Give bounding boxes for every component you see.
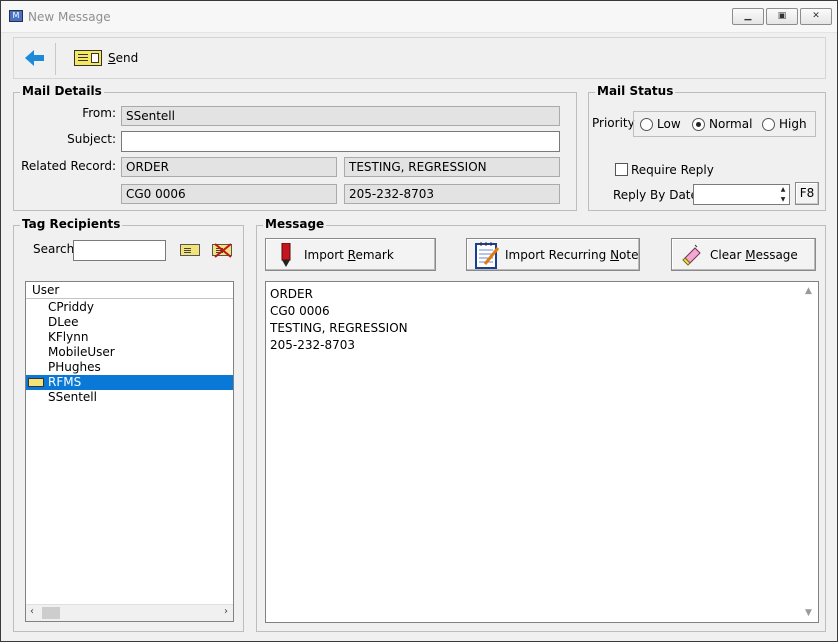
spin-up-icon[interactable]: ▲ (777, 185, 789, 195)
list-item-selected[interactable]: RFMS (26, 375, 233, 390)
scroll-right-icon[interactable]: › (224, 606, 228, 617)
list-horizontal-scrollbar[interactable]: ‹ › (26, 604, 233, 621)
record-type-field: ORDER (121, 157, 337, 177)
priority-high-radio[interactable]: High (762, 117, 812, 133)
list-item[interactable]: SSentell (26, 390, 233, 405)
tag-recipients-group: Tag Recipients Search User CPriddy DLee … (13, 217, 244, 632)
tag-icon (180, 244, 200, 256)
send-mail-icon (74, 50, 102, 66)
close-icon: ✕ (812, 11, 820, 21)
toolbar: Send (13, 37, 826, 79)
maximize-icon: ▣ (777, 11, 787, 21)
search-label: Search (33, 242, 75, 256)
clear-message-button[interactable]: Clear Message (671, 238, 816, 271)
import-recurring-note-button[interactable]: Import Recurring Note (466, 238, 640, 271)
record-id-field: CG0 0006 (121, 184, 337, 204)
maximize-button[interactable]: ▣ (766, 8, 798, 25)
notepad-icon (475, 242, 500, 269)
list-item[interactable]: KFlynn (26, 330, 233, 345)
import-remark-label: Import Remark (304, 248, 394, 262)
mail-status-label: Mail Status (595, 84, 676, 98)
message-body-text[interactable]: ORDER CG0 0006 TESTING, REGRESSION 205-2… (270, 286, 800, 354)
priority-normal-label: Normal (709, 117, 753, 131)
tagged-icon (28, 378, 44, 387)
require-reply-label: Require Reply (631, 163, 714, 177)
app-icon: M (9, 10, 23, 22)
pen-icon (281, 243, 291, 267)
record-name-field: TESTING, REGRESSION (344, 157, 560, 177)
subject-label: Subject: (67, 132, 116, 146)
back-button[interactable] (24, 48, 46, 68)
untag-x-icon (214, 243, 232, 258)
send-button[interactable]: Send (74, 47, 146, 69)
send-label: Send (108, 51, 139, 65)
scroll-up-icon[interactable]: ▲ (805, 286, 812, 296)
message-label: Message (263, 217, 327, 231)
search-input[interactable] (73, 240, 166, 261)
message-body-area[interactable]: ORDER CG0 0006 TESTING, REGRESSION 205-2… (265, 281, 819, 623)
list-item[interactable]: DLee (26, 315, 233, 330)
reply-by-date-label: Reply By Date (613, 188, 698, 202)
new-message-window: M New Message ▁ ▣ ✕ Send Mail Details Fr… (0, 0, 838, 642)
mail-details-group: Mail Details From: SSentell Subject: Rel… (13, 84, 577, 211)
priority-high-label: High (779, 117, 807, 131)
record-phone-field: 205-232-8703 (344, 184, 560, 204)
list-item[interactable]: MobileUser (26, 345, 233, 360)
message-vertical-scrollbar[interactable]: ▲ ▼ (801, 282, 818, 622)
scroll-left-icon[interactable]: ‹ (30, 606, 34, 617)
priority-low-radio[interactable]: Low (640, 117, 690, 133)
mail-status-group: Mail Status Priority Low Normal High Req… (588, 84, 826, 211)
related-record-label: Related Record: (21, 159, 116, 173)
scroll-thumb[interactable] (42, 607, 60, 619)
tag-recipients-label: Tag Recipients (20, 217, 123, 231)
title-bar[interactable]: M New Message ▁ ▣ ✕ (1, 1, 837, 33)
message-group: Message Import Remark Import Recurring N… (256, 217, 826, 632)
minimize-icon: ▁ (744, 11, 752, 21)
priority-normal-radio[interactable]: Normal (692, 117, 758, 133)
list-item[interactable]: CPriddy (26, 300, 233, 315)
user-column-header[interactable]: User (26, 282, 233, 299)
recipient-list[interactable]: User CPriddy DLee KFlynn MobileUser PHug… (25, 281, 234, 622)
radio-normal-dot (692, 118, 705, 131)
minimize-button[interactable]: ▁ (732, 8, 764, 25)
from-label: From: (82, 106, 116, 120)
priority-low-label: Low (657, 117, 681, 131)
priority-label: Priority (592, 116, 635, 130)
import-recurring-note-label: Import Recurring Note (505, 248, 639, 262)
close-button[interactable]: ✕ (800, 8, 832, 25)
untag-button[interactable] (212, 242, 234, 258)
tag-button[interactable] (180, 244, 202, 258)
mail-details-label: Mail Details (20, 84, 104, 98)
radio-low-dot (640, 118, 653, 131)
import-remark-button[interactable]: Import Remark (265, 238, 436, 271)
window-title: New Message (28, 10, 111, 24)
toolbar-separator (55, 43, 56, 75)
spin-down-icon[interactable]: ▼ (777, 195, 789, 205)
require-reply-checkbox[interactable] (615, 163, 628, 176)
back-arrow-icon (25, 50, 44, 66)
reply-by-date-input[interactable]: ▲ ▼ (693, 184, 790, 205)
eraser-icon (682, 244, 701, 266)
clear-message-label: Clear Message (710, 248, 798, 262)
scroll-down-icon[interactable]: ▼ (805, 608, 812, 618)
from-field: SSentell (121, 106, 560, 126)
radio-high-dot (762, 118, 775, 131)
priority-radio-group: Low Normal High (633, 111, 816, 137)
f8-button[interactable]: F8 (795, 182, 819, 205)
subject-input[interactable] (121, 131, 560, 152)
list-item[interactable]: PHughes (26, 360, 233, 375)
